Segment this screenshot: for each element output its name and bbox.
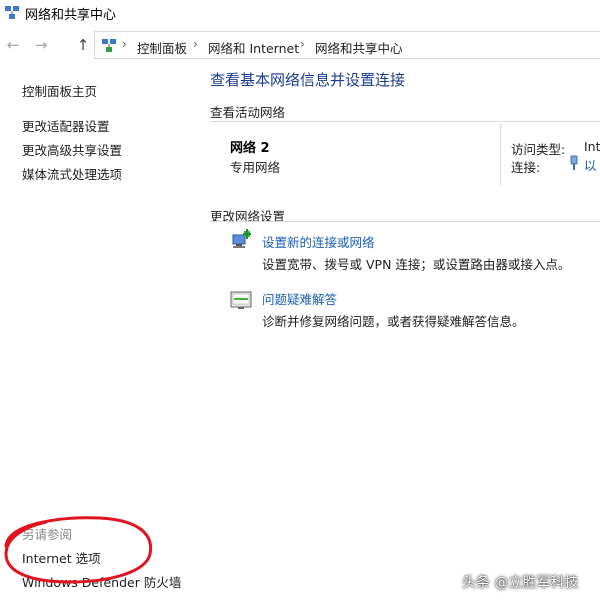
network-type: 专用网络 (230, 160, 281, 175)
breadcrumb-separator: › (193, 37, 198, 51)
active-networks-label: 查看活动网络 (210, 105, 286, 120)
breadcrumb-network-sharing-center[interactable]: 网络和共享中心 (315, 38, 403, 57)
sidebar-item-change-adapter[interactable]: 更改适配器设置 (22, 116, 110, 135)
section-divider (210, 121, 600, 122)
access-type-label: 访问类型: (511, 142, 566, 157)
ethernet-icon (570, 155, 578, 170)
setup-new-connection-link[interactable]: 设置新的连接或网络 (262, 232, 375, 251)
troubleshoot-icon (230, 291, 252, 309)
title-bar: 网络和共享中心 (0, 0, 600, 26)
breadcrumb-control-panel[interactable]: 控制面板 (137, 38, 187, 57)
up-button[interactable]: ↑ (74, 36, 92, 54)
troubleshoot-link[interactable]: 问题疑难解答 (262, 289, 337, 308)
setup-new-connection-description: 设置宽带、拨号或 VPN 连接；或设置路由器或接入点。 (262, 257, 571, 272)
troubleshoot-description: 诊断并修复网络问题，或者获得疑难解答信息。 (262, 314, 525, 329)
page-title: 查看基本网络信息并设置连接 (210, 71, 406, 89)
sidebar-item-internet-options[interactable]: Internet 选项 (22, 548, 101, 567)
section-divider (210, 221, 600, 222)
network-setup-icon (232, 229, 251, 248)
window-title: 网络和共享中心 (25, 8, 117, 23)
address-box[interactable]: › 控制面板 › 网络和 Internet › 网络和共享中心 (94, 31, 600, 59)
breadcrumb-network-internet[interactable]: 网络和 Internet (208, 38, 299, 57)
watermark: 头条 @立胜军科技 (462, 575, 579, 591)
breadcrumb-separator: › (300, 37, 305, 51)
change-settings-label: 更改网络设置 (210, 209, 286, 224)
address-bar: ← → ↑ › 控制面板 › 网络和 Internet › 网络和共享中心 (0, 28, 600, 62)
see-also-heading: 另请参阅 (22, 527, 73, 542)
connection-link[interactable]: 以 (584, 155, 597, 174)
breadcrumb-separator: › (122, 37, 127, 51)
connections-label: 连接: (511, 160, 541, 175)
sidebar-item-advanced-sharing[interactable]: 更改高级共享设置 (22, 140, 122, 159)
access-type-value: Int (584, 139, 600, 154)
network-name: 网络 2 (230, 141, 270, 156)
back-button[interactable]: ← (4, 36, 22, 54)
sidebar-item-media-streaming[interactable]: 媒体流式处理选项 (22, 164, 122, 183)
network-center-icon (5, 6, 19, 19)
network-info-divider (500, 124, 501, 186)
control-panel-icon (102, 39, 116, 52)
sidebar-item-windows-defender-firewall[interactable]: Windows Defender 防火墙 (22, 572, 181, 591)
sidebar-item-control-panel-home[interactable]: 控制面板主页 (22, 81, 97, 100)
forward-button[interactable]: → (32, 36, 50, 54)
